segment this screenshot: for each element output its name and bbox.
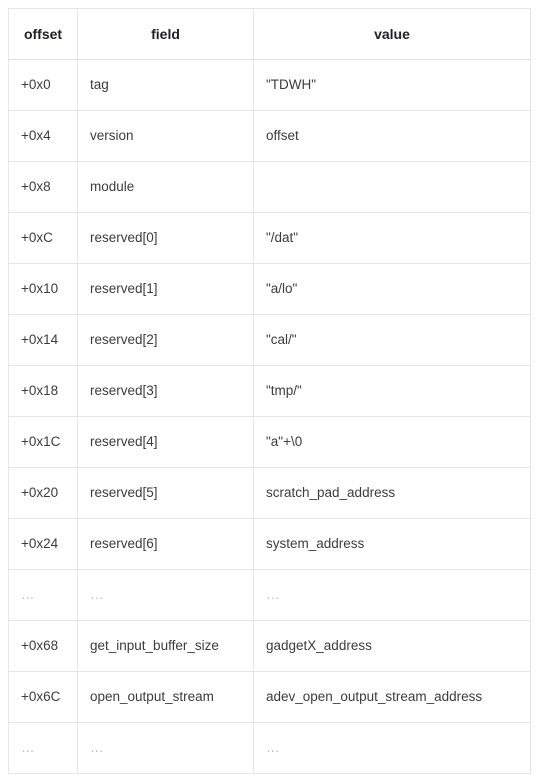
cell-value: offset <box>253 110 531 162</box>
cell-field: reserved[4] <box>77 416 254 468</box>
cell-field: … <box>77 722 254 774</box>
cell-value: "TDWH" <box>253 59 531 111</box>
cell-offset: +0x18 <box>8 365 78 417</box>
cell-offset: +0x4 <box>8 110 78 162</box>
struct-layout-table: offset field value +0x0 tag "TDWH" +0x4 vers… <box>8 8 531 774</box>
table-row: +0x4 version offset <box>8 110 531 162</box>
cell-offset: +0x1C <box>8 416 78 468</box>
cell-value: … <box>253 722 531 774</box>
table-row: +0x8 module <box>8 161 531 213</box>
cell-field: module <box>77 161 254 213</box>
cell-offset: … <box>8 569 78 621</box>
column-header-offset: offset <box>8 8 78 60</box>
cell-value: "cal/" <box>253 314 531 366</box>
cell-field: reserved[3] <box>77 365 254 417</box>
cell-value: "/dat" <box>253 212 531 264</box>
cell-field: reserved[2] <box>77 314 254 366</box>
cell-offset: … <box>8 722 78 774</box>
table-row: +0x20 reserved[5] scratch_pad_address <box>8 467 531 519</box>
table-row: +0x24 reserved[6] system_address <box>8 518 531 570</box>
cell-offset: +0x14 <box>8 314 78 366</box>
cell-value: gadgetX_address <box>253 620 531 672</box>
cell-value: "a/lo" <box>253 263 531 315</box>
cell-offset: +0x68 <box>8 620 78 672</box>
cell-field: open_output_stream <box>77 671 254 723</box>
cell-value: "tmp/" <box>253 365 531 417</box>
cell-value: adev_open_output_stream_address <box>253 671 531 723</box>
cell-field: reserved[6] <box>77 518 254 570</box>
table-row: ……… <box>8 722 531 774</box>
cell-value: … <box>253 569 531 621</box>
cell-value <box>253 161 531 213</box>
table-row: +0x6C open_output_stream adev_open_output_… <box>8 671 531 723</box>
table-row: +0x1C reserved[4] "a"+\0 <box>8 416 531 468</box>
cell-field: reserved[0] <box>77 212 254 264</box>
table-row: ……… <box>8 569 531 621</box>
column-header-value: value <box>253 8 531 60</box>
cell-offset: +0x6C <box>8 671 78 723</box>
cell-value: "a"+\0 <box>253 416 531 468</box>
table-row: +0x68 get_input_buffer_size gadgetX_addres… <box>8 620 531 672</box>
table-container: offset field value +0x0 tag "TDWH" +0x4 vers… <box>0 0 545 784</box>
cell-field: reserved[5] <box>77 467 254 519</box>
table-row: +0x18 reserved[3] "tmp/" <box>8 365 531 417</box>
cell-value: system_address <box>253 518 531 570</box>
cell-offset: +0x20 <box>8 467 78 519</box>
cell-field: get_input_buffer_size <box>77 620 254 672</box>
cell-offset: +0x0 <box>8 59 78 111</box>
cell-offset: +0x8 <box>8 161 78 213</box>
header-row: offset field value <box>8 8 531 60</box>
table-row: +0x0 tag "TDWH" <box>8 59 531 111</box>
cell-offset: +0x24 <box>8 518 78 570</box>
cell-offset: +0x10 <box>8 263 78 315</box>
table-row: +0x14 reserved[2] "cal/" <box>8 314 531 366</box>
cell-field: version <box>77 110 254 162</box>
cell-value: scratch_pad_address <box>253 467 531 519</box>
table-body: +0x0 tag "TDWH" +0x4 version offset +0x8 module… <box>8 59 531 774</box>
cell-field: reserved[1] <box>77 263 254 315</box>
cell-offset: +0xC <box>8 212 78 264</box>
table-header: offset field value <box>8 8 531 60</box>
column-header-field: field <box>77 8 254 60</box>
cell-field: tag <box>77 59 254 111</box>
cell-field: … <box>77 569 254 621</box>
table-row: +0xC reserved[0] "/dat" <box>8 212 531 264</box>
table-row: +0x10 reserved[1] "a/lo" <box>8 263 531 315</box>
